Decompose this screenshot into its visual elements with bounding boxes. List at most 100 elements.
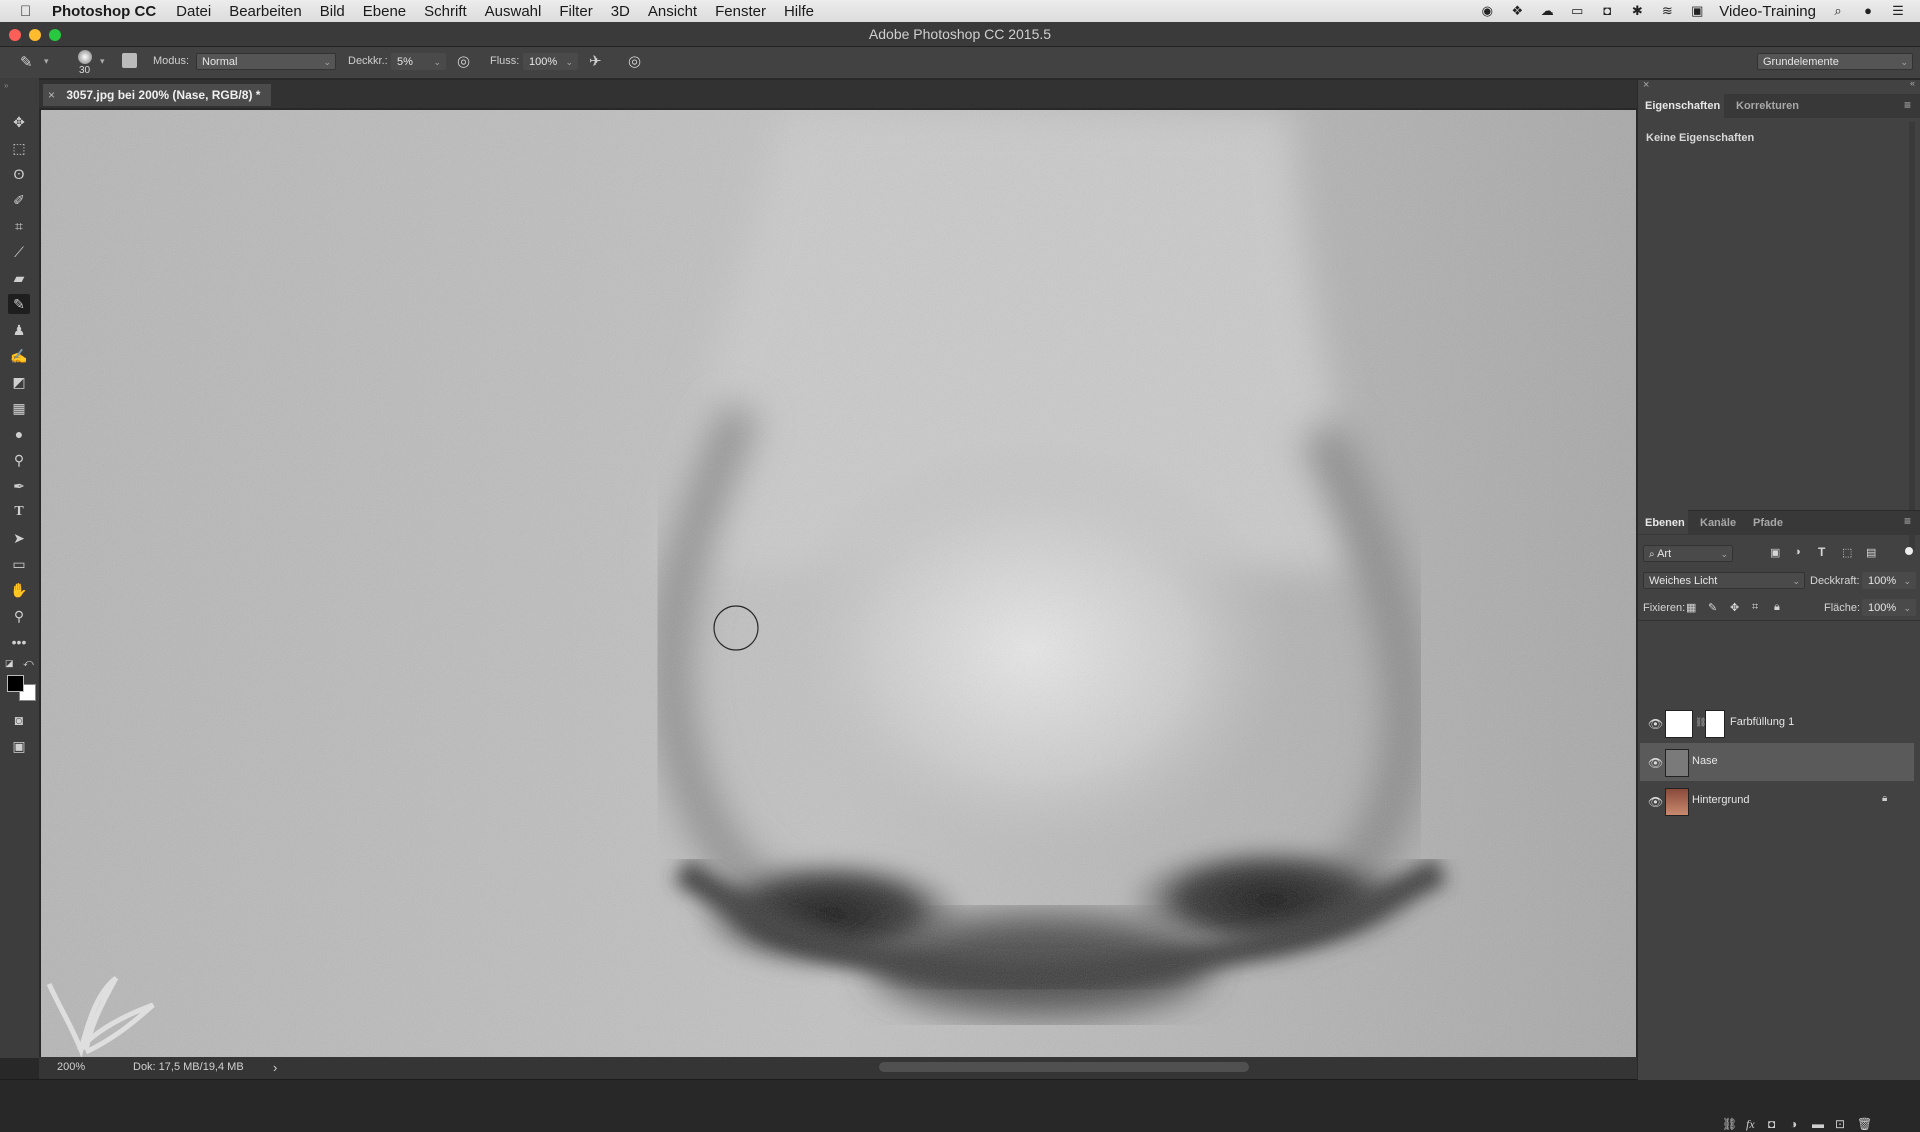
hand-tool-icon[interactable]: ✋ (8, 580, 30, 600)
menu-auswahl[interactable]: Auswahl (485, 3, 542, 20)
siri-icon[interactable]: ● (1860, 4, 1876, 18)
fx-icon[interactable]: fx (1746, 1117, 1755, 1132)
sync-icon[interactable]: ◘ (1599, 4, 1615, 18)
filter-adjustment-layers-icon[interactable]: ◑ (1794, 546, 1801, 558)
collapse-panel-icon[interactable]: « (1910, 78, 1915, 88)
opacity-input[interactable]: 5% ⌄ (391, 53, 446, 70)
layer-row-hintergrund[interactable]: 👁︎ Hintergrund 🔒︎ (1640, 782, 1914, 820)
adjustment-layer-icon[interactable]: ◑ (1790, 1117, 1797, 1131)
lock-transparent-icon[interactable]: ▦ (1686, 601, 1696, 614)
new-group-icon[interactable]: ▬ (1812, 1117, 1824, 1131)
delete-layer-icon[interactable]: 🗑︎ (1857, 1117, 1872, 1131)
menu-schrift[interactable]: Schrift (424, 3, 467, 20)
healing-brush-tool-icon[interactable]: ▰ (8, 268, 30, 288)
airplay-icon[interactable]: ▣ (1689, 4, 1705, 18)
search-icon[interactable]: ⌕ (1830, 4, 1846, 18)
status-menu-arrow-icon[interactable]: › (273, 1060, 277, 1075)
quick-mask-icon[interactable]: ◙ (8, 710, 30, 730)
lock-artboard-icon[interactable]: ⌗ (1752, 601, 1758, 614)
layer-opacity-input[interactable]: 100% ⌄ (1862, 572, 1916, 589)
swap-colors-icon[interactable]: ⤺ (23, 658, 34, 669)
history-brush-tool-icon[interactable]: ✍ (8, 346, 30, 366)
mode-select[interactable]: Normal ⌄ (196, 53, 336, 70)
screen-mode-icon[interactable]: ▣ (8, 736, 30, 756)
wifi-icon[interactable]: ≋ (1659, 4, 1675, 18)
default-colors-icon[interactable]: ◪ (5, 658, 14, 669)
menu-app-name[interactable]: Photoshop CC (52, 3, 156, 20)
brush-tool-preset-icon[interactable]: ✎ (20, 53, 33, 71)
dropbox-icon[interactable]: ❖ (1509, 4, 1525, 18)
brush-panel-toggle-icon[interactable] (122, 53, 137, 68)
filter-shape-layers-icon[interactable]: ⬚ (1842, 546, 1852, 559)
lock-position-icon[interactable]: ✥ (1730, 601, 1739, 614)
menu-ebene[interactable]: Ebene (363, 3, 406, 20)
menu-bearbeiten[interactable]: Bearbeiten (229, 3, 302, 20)
gradient-tool-icon[interactable]: ▦ (8, 398, 30, 418)
visibility-eye-icon[interactable]: 👁︎ (1648, 717, 1663, 731)
filter-smart-objects-icon[interactable]: ▤ (1866, 546, 1876, 559)
bluetooth-icon[interactable]: ✱ (1629, 4, 1645, 18)
blend-mode-select[interactable]: Weiches Licht ⌄ (1643, 572, 1805, 589)
tab-properties[interactable]: Eigenschaften (1645, 100, 1720, 112)
new-layer-icon[interactable]: ⊡ (1835, 1117, 1845, 1131)
close-panel-icon[interactable]: × (1643, 79, 1649, 91)
layer-name[interactable]: Farbfüllung 1 (1730, 716, 1794, 728)
panel-menu-icon[interactable]: ≡ (1904, 514, 1911, 528)
menu-datei[interactable]: Datei (176, 3, 211, 20)
foreground-color-swatch[interactable] (7, 675, 24, 692)
layer-mask-thumbnail[interactable] (1705, 710, 1725, 738)
lasso-tool-icon[interactable]: ʘ (8, 164, 30, 184)
flow-input[interactable]: 100% ⌄ (523, 53, 578, 70)
image-canvas[interactable] (41, 110, 1636, 1057)
layer-row-nase[interactable]: 👁︎ Nase (1640, 743, 1914, 781)
menu-filter[interactable]: Filter (559, 3, 592, 20)
chevron-down-icon[interactable]: ▾ (44, 56, 49, 67)
tab-adjustments[interactable]: Korrekturen (1736, 100, 1799, 112)
marquee-tool-icon[interactable]: ⬚ (8, 138, 30, 158)
tab-layers[interactable]: Ebenen (1645, 517, 1685, 529)
menu-3d[interactable]: 3D (611, 3, 630, 20)
pen-tool-icon[interactable]: ✒ (8, 476, 30, 496)
zoom-tool-icon[interactable]: ⚲ (8, 606, 30, 626)
type-tool-icon[interactable]: T (8, 502, 30, 522)
zoom-level[interactable]: 200% (57, 1061, 85, 1073)
clone-stamp-tool-icon[interactable]: ♟ (8, 320, 30, 340)
battery-icon[interactable]: ▭ (1569, 4, 1585, 18)
menu-fenster[interactable]: Fenster (715, 3, 766, 20)
document-tab[interactable]: × 3057.jpg bei 200% (Nase, RGB/8) * (43, 84, 271, 106)
more-tools-icon[interactable]: ••• (8, 632, 30, 652)
filter-toggle-icon[interactable] (1905, 547, 1913, 555)
menu-bild[interactable]: Bild (320, 3, 345, 20)
visibility-eye-icon[interactable]: 👁︎ (1648, 795, 1663, 809)
menu-hilfe[interactable]: Hilfe (784, 3, 814, 20)
eraser-tool-icon[interactable]: ◩ (8, 372, 30, 392)
layer-filter-select[interactable]: ⌕ Art ⌄ (1643, 545, 1733, 562)
pressure-opacity-icon[interactable]: ◎ (457, 52, 470, 70)
chevron-down-icon[interactable]: ▾ (100, 56, 105, 67)
fill-input[interactable]: 100% ⌄ (1862, 599, 1916, 616)
link-layers-icon[interactable]: ⛓ (1722, 1117, 1737, 1131)
collapse-toolbar-icon[interactable]: » (4, 81, 8, 90)
add-mask-icon[interactable]: ◘ (1768, 1117, 1775, 1131)
move-tool-icon[interactable]: ✥ (8, 112, 30, 132)
brush-tool-icon[interactable]: ✎ (8, 294, 30, 314)
lock-image-icon[interactable]: ✎ (1708, 601, 1717, 614)
record-icon[interactable]: ◉ (1479, 4, 1495, 18)
layer-name[interactable]: Nase (1692, 755, 1718, 767)
user-name[interactable]: Video-Training (1719, 3, 1816, 20)
filter-pixel-layers-icon[interactable]: ▣ (1770, 546, 1780, 559)
cloud-icon[interactable]: ☁ (1539, 4, 1555, 18)
properties-scrollbar[interactable] (1909, 122, 1915, 550)
layer-row-farbfuellung[interactable]: 👁︎ ⛓ Farbfüllung 1 (1640, 704, 1914, 742)
workspace-select[interactable]: Grundelemente ⌄ (1757, 53, 1913, 70)
quick-selection-tool-icon[interactable]: ✐ (8, 190, 30, 210)
eyedropper-tool-icon[interactable]: ⟋ (8, 242, 30, 262)
notification-center-icon[interactable]: ☰ (1890, 4, 1906, 18)
visibility-eye-icon[interactable]: 👁︎ (1648, 756, 1663, 770)
menu-ansicht[interactable]: Ansicht (648, 3, 697, 20)
apple-menu-icon[interactable]:  (20, 3, 38, 20)
layer-name[interactable]: Hintergrund (1692, 794, 1749, 806)
rectangle-tool-icon[interactable]: ▭ (8, 554, 30, 574)
crop-tool-icon[interactable]: ⌗ (8, 216, 30, 236)
dodge-tool-icon[interactable]: ⚲ (8, 450, 30, 470)
